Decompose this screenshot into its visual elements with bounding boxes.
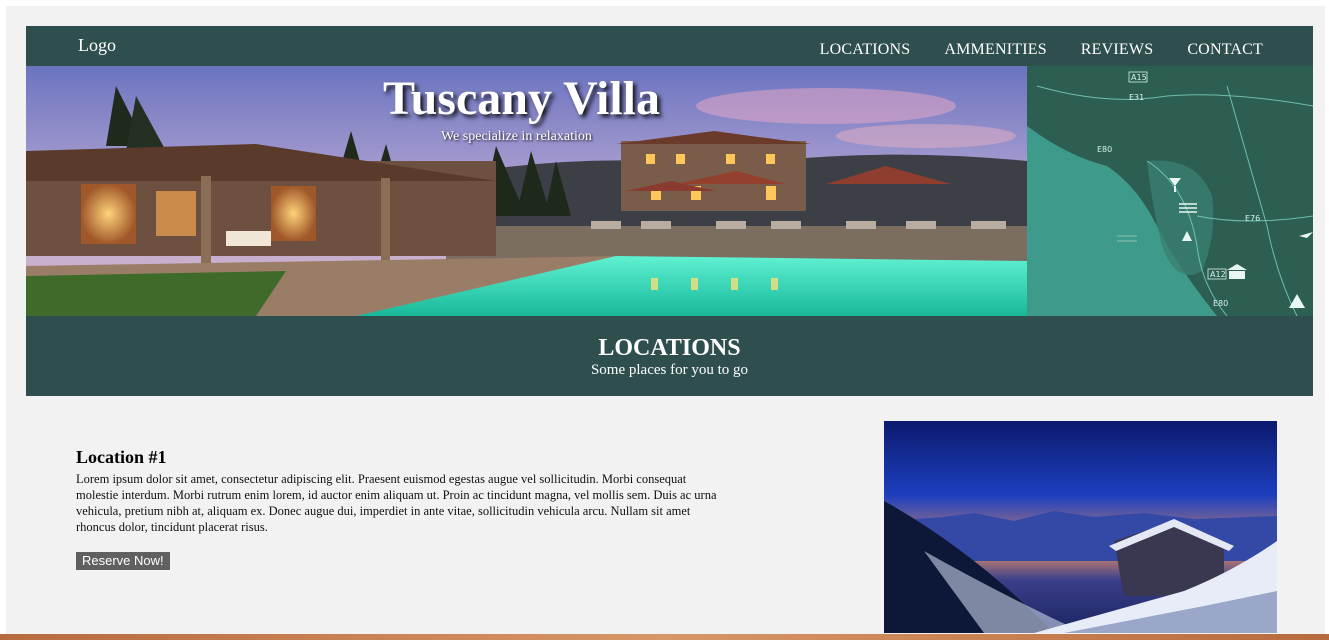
nav-locations[interactable]: LOCATIONS [820, 41, 911, 59]
map-road-label: A15 [1131, 73, 1147, 82]
map-road-label: A12 [1210, 270, 1226, 279]
logo[interactable]: Logo [78, 35, 116, 56]
location-title: Location #1 [76, 447, 167, 467]
map-road-label: E80 [1213, 299, 1228, 308]
nav-reviews[interactable]: REVIEWS [1081, 41, 1154, 59]
page: Logo LOCATIONS AMMENITIES REVIEWS CONTAC… [6, 6, 1325, 640]
section-title: LOCATIONS [598, 335, 741, 361]
locations-section-header: LOCATIONS Some places for you to go [26, 316, 1313, 396]
hero-subtitle: We specialize in relaxation [441, 129, 592, 144]
nav-amenities[interactable]: AMMENITIES [944, 41, 1046, 59]
location-photo [884, 421, 1277, 633]
section-subtitle: Some places for you to go [590, 362, 749, 378]
map-panel: A15 E31 E80 E76 A12 E80 [1027, 66, 1313, 316]
region-map: A15 E31 E80 E76 A12 E80 [1027, 66, 1313, 316]
hero-title: Tuscany Villa [383, 72, 661, 125]
footer-strip [0, 634, 1329, 640]
top-nav-bar: Logo LOCATIONS AMMENITIES REVIEWS CONTAC… [26, 26, 1313, 66]
map-road-label: E76 [1245, 214, 1260, 223]
hero-banner: Tuscany Villa We specialize in relaxatio… [26, 66, 1027, 316]
map-road-label: E80 [1097, 145, 1112, 154]
reserve-button[interactable]: Reserve Now! [76, 552, 170, 570]
map-road-label: E31 [1129, 93, 1144, 102]
location-description: Lorem ipsum dolor sit amet, consectetur … [76, 472, 717, 534]
nav-contact[interactable]: CONTACT [1187, 41, 1263, 59]
main-nav: LOCATIONS AMMENITIES REVIEWS CONTACT [820, 41, 1263, 59]
header: Logo LOCATIONS AMMENITIES REVIEWS CONTAC… [26, 26, 1313, 396]
